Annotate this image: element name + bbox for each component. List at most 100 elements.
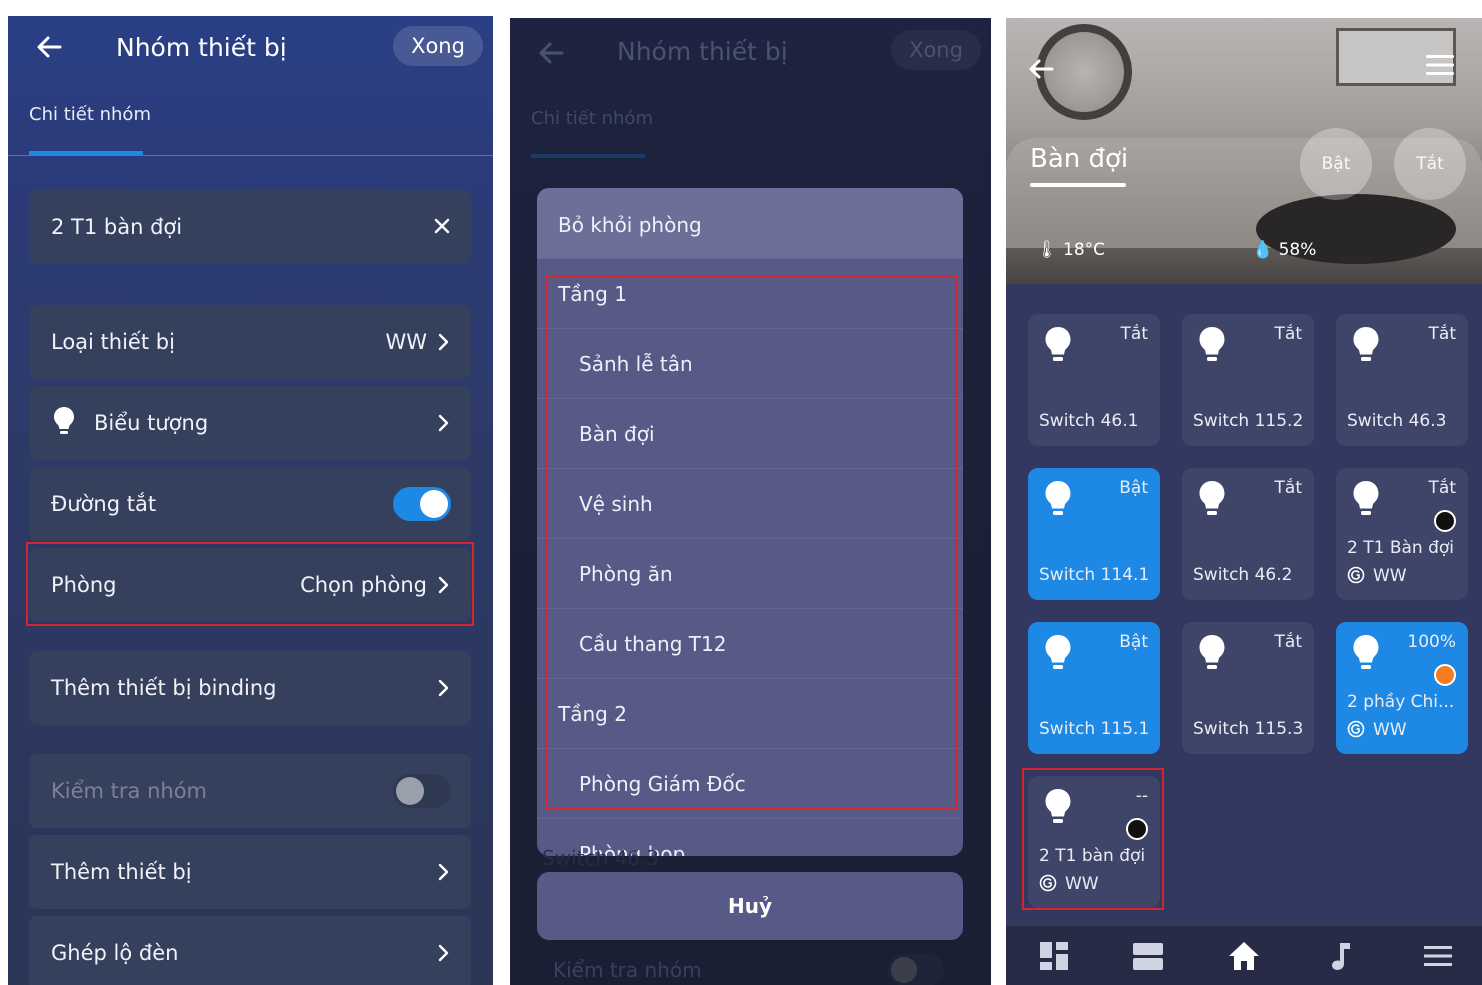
dashboard-icon[interactable] bbox=[1038, 940, 1070, 972]
bottom-nav bbox=[1006, 926, 1482, 985]
test-group-toggle bbox=[888, 954, 944, 985]
tile-state: Tắt bbox=[1120, 324, 1148, 344]
hamburger-menu-icon[interactable] bbox=[1426, 54, 1454, 76]
group-name-field[interactable]: 2 T1 bàn đợi bbox=[29, 190, 471, 264]
remove-from-room-label: Bỏ khỏi phòng bbox=[558, 213, 702, 237]
chevron-right-icon bbox=[438, 333, 449, 351]
tile-state: Tắt bbox=[1428, 478, 1456, 498]
tile-state: 100% bbox=[1407, 632, 1456, 652]
highlight-box-rooms bbox=[545, 275, 957, 809]
clear-icon[interactable] bbox=[433, 217, 451, 235]
tile-name: 2 T1 Bàn đợi bbox=[1347, 538, 1454, 558]
chevron-right-icon bbox=[438, 414, 449, 432]
shortcut-toggle[interactable] bbox=[393, 487, 451, 521]
room-hero-image: Bàn đợi Bật Tắt 🌡 18°C 💧 58% bbox=[1006, 18, 1482, 284]
add-binding-label: Thêm thiết bị binding bbox=[51, 676, 277, 700]
tab-group-details[interactable]: Chi tiết nhóm bbox=[29, 104, 151, 125]
home-icon[interactable] bbox=[1228, 940, 1260, 972]
status-dot bbox=[1434, 664, 1456, 686]
humidity-value: 58% bbox=[1278, 240, 1317, 260]
lightbulb-icon bbox=[1353, 635, 1379, 669]
tab-divider bbox=[8, 155, 493, 156]
test-group-label: Kiểm tra nhóm bbox=[51, 779, 207, 803]
highlight-box-room bbox=[26, 542, 474, 626]
tile-name: Switch 115.3 bbox=[1193, 719, 1304, 739]
test-group-toggle[interactable] bbox=[393, 774, 451, 808]
tile-state: Tắt bbox=[1428, 324, 1456, 344]
chevron-right-icon bbox=[438, 863, 449, 881]
room-title: Bàn đợi bbox=[1030, 144, 1129, 174]
room-title-underline bbox=[1030, 183, 1126, 187]
test-group-label: Kiểm tra nhóm bbox=[553, 958, 702, 982]
device-type-label: Loại thiết bị bbox=[51, 330, 175, 354]
tile-name: Switch 114.1 bbox=[1039, 565, 1150, 585]
chevron-right-icon bbox=[438, 944, 449, 962]
device-tile[interactable]: Tắt Switch 46.1 bbox=[1028, 314, 1160, 446]
add-binding-row[interactable]: Thêm thiết bị binding bbox=[29, 651, 471, 725]
lightbulb-icon bbox=[1045, 327, 1071, 361]
tile-name: Switch 115.2 bbox=[1193, 411, 1304, 431]
tile-type-value: WW bbox=[1373, 720, 1407, 740]
device-tile[interactable]: Tắt Switch 115.3 bbox=[1182, 622, 1314, 754]
device-tile[interactable]: Tắt Switch 115.2 bbox=[1182, 314, 1314, 446]
lightbulb-icon bbox=[1045, 481, 1071, 515]
tile-name: Switch 115.1 bbox=[1039, 719, 1150, 739]
test-group-row: Kiểm tra nhóm bbox=[29, 754, 471, 828]
tile-state: Tắt bbox=[1274, 632, 1302, 652]
tab-underline bbox=[531, 154, 645, 158]
shortcut-row: Đường tắt bbox=[29, 467, 471, 541]
tab-group-details: Chi tiết nhóm bbox=[531, 108, 653, 129]
cancel-button[interactable]: Huỷ bbox=[537, 872, 963, 940]
tile-name: 2 phầy Chi... bbox=[1347, 692, 1455, 712]
done-button[interactable]: Xong bbox=[393, 26, 483, 66]
menu-icon[interactable] bbox=[1422, 940, 1454, 972]
tile-type: WW bbox=[1347, 720, 1407, 740]
remove-from-room-button[interactable]: Bỏ khỏi phòng bbox=[537, 188, 963, 258]
shortcut-label: Đường tắt bbox=[51, 492, 157, 516]
room-dashboard-panel: Bàn đợi Bật Tắt 🌡 18°C 💧 58% Tắt Switch 4… bbox=[1006, 18, 1482, 985]
device-type-row[interactable]: Loại thiết bị WW bbox=[29, 305, 471, 379]
lightbulb-icon bbox=[1045, 635, 1071, 669]
device-tile[interactable]: Bật Switch 115.1 bbox=[1028, 622, 1160, 754]
group-name-value: 2 T1 bàn đợi bbox=[51, 215, 183, 239]
add-device-label: Thêm thiết bị bbox=[51, 860, 192, 884]
thermometer-icon: 🌡 bbox=[1036, 240, 1058, 260]
highlight-box-new-group bbox=[1022, 768, 1164, 910]
device-tile[interactable]: Bật Switch 114.1 bbox=[1028, 468, 1160, 600]
lightbulb-icon bbox=[1353, 481, 1379, 515]
group-tile[interactable]: 100% 2 phầy Chi... WW bbox=[1336, 622, 1468, 754]
page-title: Nhóm thiết bị bbox=[116, 33, 287, 62]
background-ghost-text: Switch 46.3 bbox=[542, 846, 660, 870]
temperature-value: 18°C bbox=[1063, 240, 1106, 260]
tile-state: Bật bbox=[1119, 478, 1148, 498]
all-on-button[interactable]: Bật bbox=[1300, 128, 1372, 200]
lightbulb-icon bbox=[1199, 327, 1225, 361]
back-arrow-icon bbox=[539, 42, 564, 64]
music-icon[interactable] bbox=[1326, 940, 1358, 972]
add-device-row[interactable]: Thêm thiết bị bbox=[29, 835, 471, 909]
humidity-readout: 💧 58% bbox=[1252, 240, 1316, 260]
chevron-right-icon bbox=[438, 679, 449, 697]
lightbulb-icon bbox=[54, 407, 74, 434]
tile-state: Tắt bbox=[1274, 324, 1302, 344]
group-settings-panel: Nhóm thiết bị Xong Chi tiết nhóm 2 T1 bà… bbox=[8, 16, 493, 985]
lightbulb-icon bbox=[1353, 327, 1379, 361]
group-link-icon bbox=[1347, 720, 1365, 738]
pair-lights-row[interactable]: Ghép lộ đèn bbox=[29, 916, 471, 985]
device-tile[interactable]: Tắt Switch 46.3 bbox=[1336, 314, 1468, 446]
list-icon[interactable] bbox=[1132, 940, 1164, 972]
all-off-button[interactable]: Tắt bbox=[1394, 128, 1466, 200]
page-title: Nhóm thiết bị bbox=[617, 37, 788, 66]
icon-row-label: Biểu tượng bbox=[94, 411, 209, 435]
device-type-value: WW bbox=[385, 330, 427, 354]
group-tile[interactable]: Tắt 2 T1 Bàn đợi WW bbox=[1336, 468, 1468, 600]
back-arrow-icon[interactable] bbox=[32, 30, 66, 64]
tile-type: WW bbox=[1347, 566, 1407, 586]
tile-name: Switch 46.2 bbox=[1193, 565, 1293, 585]
back-arrow-icon[interactable] bbox=[1026, 54, 1056, 84]
tile-state: Tắt bbox=[1274, 478, 1302, 498]
icon-row[interactable]: Biểu tượng bbox=[29, 386, 471, 460]
tile-name: Switch 46.3 bbox=[1347, 411, 1447, 431]
device-tile[interactable]: Tắt Switch 46.2 bbox=[1182, 468, 1314, 600]
group-link-icon bbox=[1347, 566, 1365, 584]
